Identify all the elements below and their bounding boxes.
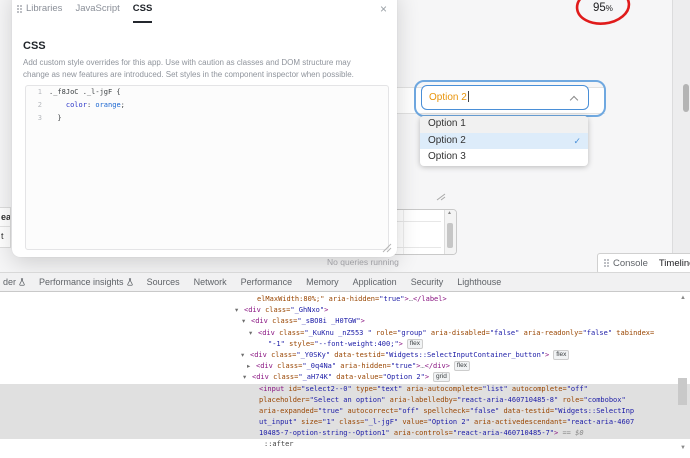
css-code-editor[interactable]: 1 ._f8JoC ._l-jgF {2 color: orange; 3 }: [25, 85, 389, 250]
flex-badge[interactable]: flex: [553, 349, 570, 360]
tree-node[interactable]: ▾ <div class="_Y0SKy" data-testid="Widget…: [0, 349, 690, 361]
tree-node[interactable]: 10485-7-option-string--Option1" aria-con…: [0, 428, 690, 440]
tree-node[interactable]: ::after: [0, 439, 690, 450]
tree-node[interactable]: placeholder="Select an option" aria-labe…: [0, 394, 690, 406]
modal-tab-libraries[interactable]: Libraries: [26, 0, 62, 22]
panel-edge-value: t 2: [1, 231, 4, 241]
tree-scroll-up-icon[interactable]: ▲: [680, 295, 686, 301]
dropdown-option-option-3[interactable]: Option 3: [420, 149, 588, 166]
tree-node[interactable]: ▾ <div class="_GhNxo">: [0, 305, 690, 316]
modal-heading: CSS: [23, 40, 46, 52]
panel-tab-console[interactable]: Console: [613, 258, 648, 269]
devtools-tab-memory[interactable]: Memory: [306, 277, 339, 287]
panel-edge-label: eat: [0, 208, 10, 227]
devtools-tab-network[interactable]: Network: [194, 277, 227, 287]
tree-node[interactable]: aria-expanded="true" autocorrect="off" s…: [0, 405, 690, 418]
devtools-tab-der[interactable]: der: [3, 277, 25, 287]
select-dropdown-menu: Option 1 Option 2 ✓ Option 3: [420, 116, 588, 167]
tree-node[interactable]: <input id="select2--0" type="text" aria-…: [0, 383, 690, 395]
devtools-elements-tree: elMaxWidth:80%;" aria-hidden="true">…</l…: [0, 292, 690, 458]
tree-node[interactable]: ▸ <div class="_0q4Na" aria-hidden="true">…: [0, 361, 690, 372]
dropdown-option-option-1[interactable]: Option 1: [420, 116, 588, 133]
console-tab-bar: Console Timeline: [613, 254, 690, 273]
grid-badge[interactable]: grid: [433, 372, 450, 383]
flask-icon: [19, 278, 25, 286]
drag-handle-icon[interactable]: [604, 259, 606, 261]
page-right-gutter: [672, 0, 690, 272]
devtools-tab-security[interactable]: Security: [411, 277, 444, 287]
collapse-arrow-icon[interactable]: ▾: [241, 350, 250, 361]
textarea-resize-grip[interactable]: [434, 193, 447, 201]
background-panel-edge: eat t 2: [0, 207, 11, 248]
code-line[interactable]: 2 color: orange;: [26, 99, 388, 112]
close-icon[interactable]: ×: [380, 2, 387, 16]
tree-node[interactable]: ▾ <div class="_aH74K" data-value="Option …: [0, 372, 690, 383]
tree-node[interactable]: ▾ <div class="_KuKnu _nZ553 " role="group…: [0, 328, 690, 339]
flex-badge[interactable]: flex: [453, 361, 471, 372]
modal-header: Libraries JavaScript CSS ×: [12, 0, 397, 23]
modal-tab-javascript[interactable]: JavaScript: [75, 0, 119, 22]
collapse-arrow-icon[interactable]: ▾: [243, 372, 252, 383]
expand-arrow-icon[interactable]: ▸: [247, 361, 256, 372]
devtools-tab-application[interactable]: Application: [353, 277, 397, 287]
modal-description: Add custom style overrides for this app.…: [23, 57, 368, 81]
tree-node[interactable]: ▾ <div class="_sBO8i _H0TGW">: [0, 316, 690, 327]
select-combobox-input[interactable]: Option 2: [421, 85, 589, 110]
tree-node[interactable]: ut_input" size="1" class="_l-jgF" value=…: [0, 417, 690, 429]
devtools-tab-performance-insights[interactable]: Performance insights: [39, 277, 133, 287]
panel-tab-timeline[interactable]: Timeline: [659, 258, 690, 269]
scroll-up-icon[interactable]: ▲: [447, 210, 452, 216]
query-status-text: No queries running: [327, 257, 399, 267]
dropdown-option-option-2[interactable]: Option 2 ✓: [420, 132, 588, 150]
modal-tab-css[interactable]: CSS: [132, 0, 152, 23]
select-input-value: Option 2: [429, 91, 469, 103]
custom-styles-modal: Libraries JavaScript CSS × CSS Add custom …: [12, 0, 397, 257]
page-scrollbar-thumb[interactable]: [683, 84, 689, 112]
description-line: Add custom style overrides for this app.…: [23, 58, 351, 67]
tree-node[interactable]: "-1" style="--font-weight:400;"> flex: [0, 338, 690, 350]
devtools-tab-sources[interactable]: Sources: [147, 277, 180, 287]
listbox-row-divider: [397, 247, 441, 248]
flex-badge[interactable]: flex: [406, 338, 424, 349]
chevron-up-icon[interactable]: [569, 95, 579, 105]
drag-handle-icon[interactable]: [17, 5, 19, 7]
flask-icon: [126, 278, 133, 286]
modal-resize-grip[interactable]: [381, 243, 393, 253]
listbox-row-divider: [397, 221, 441, 222]
tree-scroll-down-icon[interactable]: ▼: [680, 445, 686, 451]
console-timeline-panel-tabs: Console Timeline: [597, 253, 690, 274]
devtools-tab-lighthouse[interactable]: Lighthouse: [457, 277, 501, 287]
checkmark-icon: ✓: [573, 135, 581, 146]
collapse-arrow-icon[interactable]: ▾: [235, 305, 244, 316]
listbox-scrollbar[interactable]: ▲: [444, 210, 456, 254]
red-circle-annotation: [575, 0, 631, 25]
devtools-tab-bar: der Performance insights Sources Network Per…: [0, 272, 690, 292]
modal-tab-bar: Libraries JavaScript CSS: [26, 0, 152, 23]
description-line: change as new features are introduced. S…: [23, 70, 354, 79]
collapse-arrow-icon[interactable]: ▾: [249, 328, 258, 339]
devtools-tab-performance[interactable]: Performance: [241, 277, 293, 287]
collapse-arrow-icon[interactable]: ▾: [242, 316, 251, 327]
code-line[interactable]: 1 ._f8JoC ._l-jgF {: [26, 86, 388, 99]
tree-scrollbar-thumb[interactable]: [678, 378, 687, 405]
text-cursor: [467, 91, 469, 102]
tree-node[interactable]: elMaxWidth:80%;" aria-hidden="true">…</l…: [0, 294, 690, 305]
code-line[interactable]: 3 }: [26, 112, 388, 125]
listbox-scrollbar-thumb[interactable]: [447, 223, 453, 248]
